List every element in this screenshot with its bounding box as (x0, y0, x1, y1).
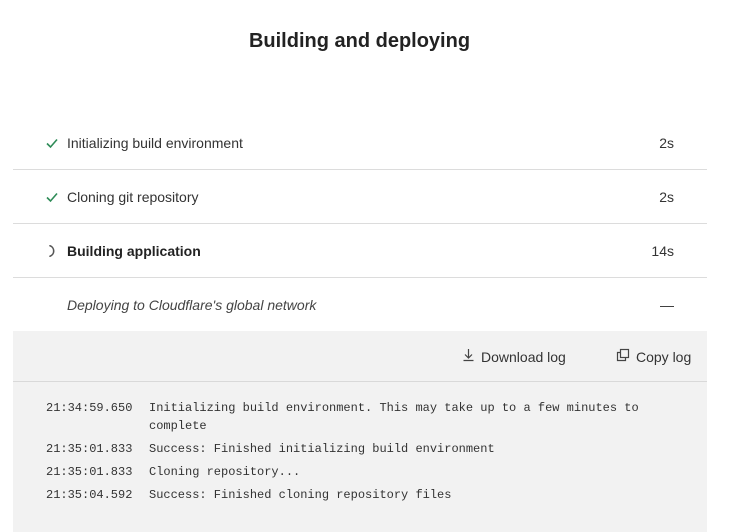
log-timestamp: 21:35:01.833 (46, 442, 133, 456)
check-icon (45, 190, 59, 204)
log-line: 21:35:01.833 Success: Finished initializ… (46, 440, 686, 458)
log-message: Initializing build environment. This may… (149, 401, 639, 433)
step-label: Building application (67, 242, 201, 259)
spinner-icon (45, 244, 59, 258)
build-step: Cloning git repository 2s (13, 170, 707, 224)
step-duration: 2s (659, 188, 674, 205)
step-duration: 2s (659, 134, 674, 151)
step-label: Cloning git repository (67, 188, 199, 205)
log-timestamp: 21:35:01.833 (46, 465, 133, 479)
log-timestamp: 21:34:59.650 (46, 401, 133, 415)
log-line: 21:35:01.833 Cloning repository... (46, 463, 686, 481)
build-log-panel: Download log Copy log 21:34:59.650 Initi… (13, 331, 707, 532)
build-step: Building application 14s (13, 224, 707, 278)
log-line: 21:34:59.650 Initializing build environm… (46, 399, 686, 435)
log-message: Cloning repository... (149, 465, 301, 479)
build-step: Initializing build environment 2s (13, 116, 707, 170)
log-timestamp: 21:35:04.592 (46, 488, 133, 502)
download-icon (462, 348, 481, 365)
step-label: Deploying to Cloudflare's global network (67, 296, 317, 313)
log-output: 21:34:59.650 Initializing build environm… (46, 399, 686, 509)
check-icon (45, 136, 59, 150)
step-label: Initializing build environment (67, 134, 243, 151)
step-duration: — (660, 296, 674, 313)
log-line: 21:35:04.592 Success: Finished cloning r… (46, 486, 686, 504)
download-log-label: Download log (481, 348, 566, 365)
log-message: Success: Finished initializing build env… (149, 442, 495, 456)
page-title: Building and deploying (248, 30, 471, 52)
download-log-button[interactable]: Download log (462, 348, 566, 365)
log-toolbar: Download log Copy log (13, 331, 707, 382)
build-step: Deploying to Cloudflare's global network… (13, 278, 707, 331)
log-message: Success: Finished cloning repository fil… (149, 488, 452, 502)
copy-icon (616, 348, 636, 365)
copy-log-label: Copy log (636, 348, 692, 365)
copy-log-button[interactable]: Copy log (616, 348, 691, 365)
build-steps-list: Initializing build environment 2s Clonin… (13, 116, 707, 331)
step-duration: 14s (651, 242, 674, 259)
